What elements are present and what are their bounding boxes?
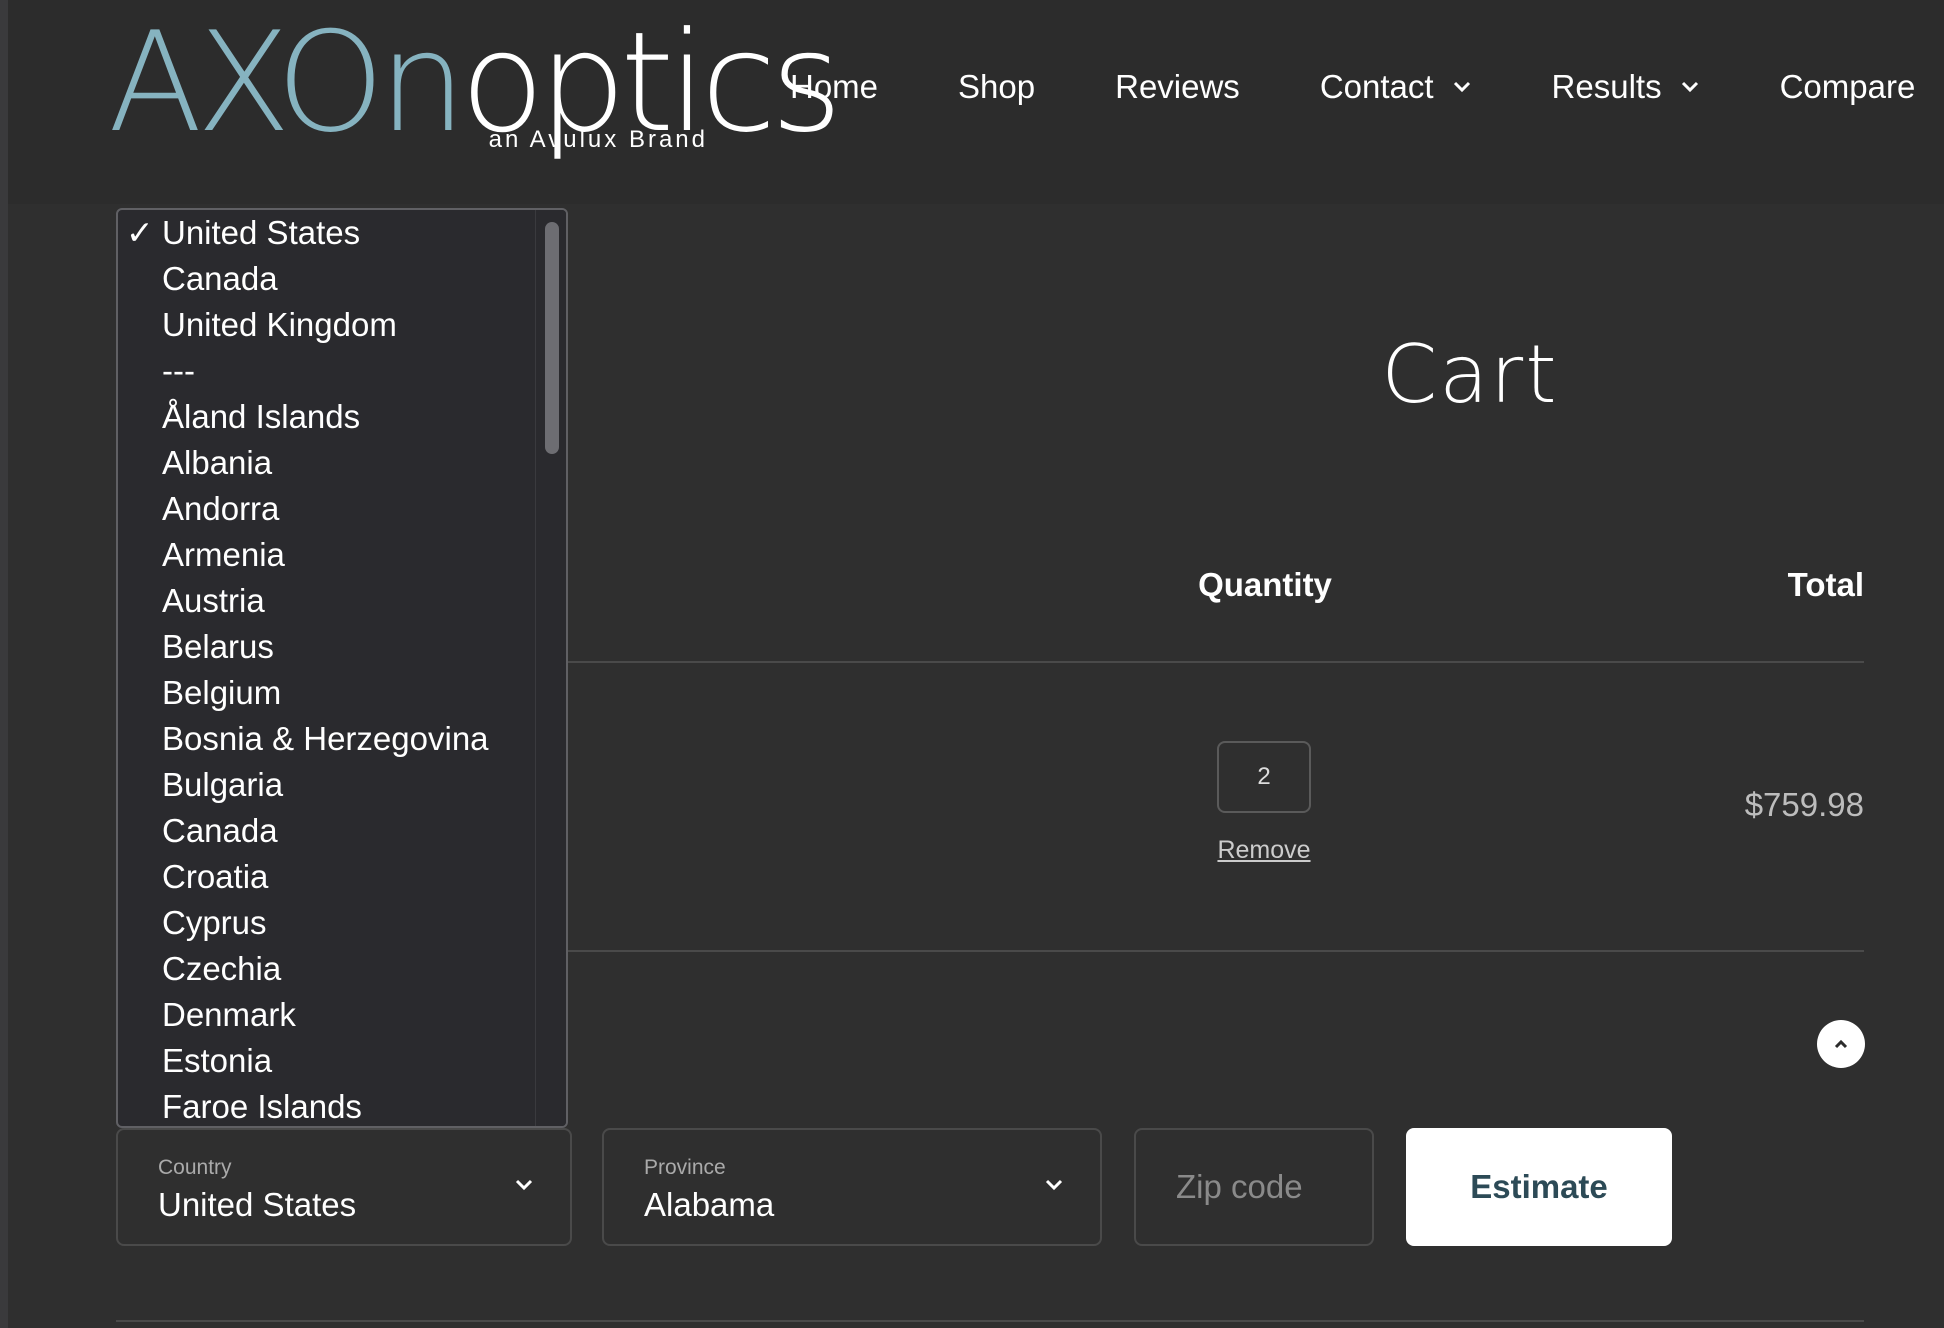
- estimate-button[interactable]: Estimate: [1406, 1128, 1672, 1246]
- zip-code-input[interactable]: Zip code: [1134, 1128, 1374, 1246]
- country-option[interactable]: Åland Islands: [118, 394, 536, 440]
- nav-home[interactable]: Home: [790, 68, 878, 106]
- country-option[interactable]: Bulgaria: [118, 762, 536, 808]
- quantity-column-header: Quantity: [1198, 566, 1332, 603]
- nav-contact[interactable]: Contact: [1320, 68, 1472, 106]
- main-nav: Home Shop Reviews Contact Results Compar…: [790, 62, 1944, 112]
- total-column-header: Total: [1787, 566, 1864, 603]
- country-option[interactable]: ✓ United States: [118, 210, 536, 256]
- chevron-down-icon: [1681, 81, 1698, 93]
- country-option-label: Austria: [162, 582, 265, 619]
- country-option-label: Denmark: [162, 996, 296, 1033]
- country-option-label: Bosnia & Herzegovina: [162, 720, 489, 757]
- country-option[interactable]: Belarus: [118, 624, 536, 670]
- window-edge: [0, 0, 8, 1328]
- nav-results[interactable]: Results: [1552, 68, 1700, 106]
- country-option-label: Belarus: [162, 628, 274, 665]
- country-option-label: Canada: [162, 260, 278, 297]
- country-option-label: Faroe Islands: [162, 1088, 362, 1125]
- country-option[interactable]: Andorra: [118, 486, 536, 532]
- country-option-label: Estonia: [162, 1042, 273, 1079]
- country-value: United States: [158, 1186, 357, 1223]
- country-option-label: Cyprus: [162, 904, 267, 941]
- nav-compare[interactable]: Compare: [1780, 68, 1916, 106]
- country-dropdown-list[interactable]: ✓ United States Canada United Kingdom --- Åla…: [116, 208, 568, 1128]
- province-label: Province: [644, 1156, 726, 1179]
- country-options: ✓ United States Canada United Kingdom --- Åla…: [118, 210, 536, 1126]
- country-option-label: Armenia: [162, 536, 285, 573]
- country-option[interactable]: Albania: [118, 440, 536, 486]
- country-option[interactable]: Denmark: [118, 992, 536, 1038]
- country-label: Country: [158, 1156, 232, 1179]
- checkmark-icon: ✓: [126, 214, 154, 251]
- chevron-down-icon: [515, 1179, 533, 1191]
- nav-shop[interactable]: Shop: [958, 68, 1035, 106]
- line-item-total: $759.98: [1744, 786, 1864, 823]
- dropdown-scrollbar[interactable]: [535, 210, 566, 1126]
- country-option[interactable]: Belgium: [118, 670, 536, 716]
- country-option-label: Belgium: [162, 674, 282, 711]
- country-option-label: ---: [162, 352, 195, 389]
- country-option-label: Åland Islands: [162, 398, 361, 435]
- site-header: AXOnoptics an Avulux Brand Home Shop Rev…: [8, 0, 1944, 204]
- country-option-label: United Kingdom: [162, 306, 397, 343]
- country-option-label: Canada: [162, 812, 278, 849]
- scrollbar-thumb[interactable]: [545, 222, 559, 454]
- country-option-label: Bulgaria: [162, 766, 284, 803]
- country-option-label: United States: [162, 214, 361, 251]
- section-divider: [116, 1320, 1864, 1322]
- country-option[interactable]: Croatia: [118, 854, 536, 900]
- remove-link[interactable]: Remove: [1200, 836, 1328, 865]
- country-option-label: Andorra: [162, 490, 280, 527]
- page-title: Cart: [1381, 328, 1559, 421]
- country-option[interactable]: Estonia: [118, 1038, 536, 1084]
- country-option[interactable]: Armenia: [118, 532, 536, 578]
- province-select[interactable]: Province Alabama: [602, 1128, 1102, 1246]
- country-option-label: Croatia: [162, 858, 269, 895]
- country-option-label: Albania: [162, 444, 273, 481]
- site-logo[interactable]: AXOnoptics an Avulux Brand: [108, 8, 842, 158]
- country-option-label: Czechia: [162, 950, 282, 987]
- nav-reviews[interactable]: Reviews: [1115, 68, 1240, 106]
- quantity-input[interactable]: 2: [1217, 741, 1311, 813]
- country-option[interactable]: Cyprus: [118, 900, 536, 946]
- country-option[interactable]: ---: [118, 348, 536, 394]
- province-value: Alabama: [644, 1186, 775, 1223]
- country-option[interactable]: Faroe Islands: [118, 1084, 536, 1126]
- country-option[interactable]: Czechia: [118, 946, 536, 992]
- country-option[interactable]: Austria: [118, 578, 536, 624]
- country-option[interactable]: Canada: [118, 256, 536, 302]
- zip-placeholder: Zip code: [1176, 1168, 1303, 1205]
- chevron-down-icon: [1453, 81, 1470, 93]
- country-select[interactable]: Country United States: [116, 1128, 572, 1246]
- logo-tagline: an Avulux Brand: [488, 126, 708, 153]
- chevron-down-icon: [1045, 1179, 1063, 1191]
- chevron-up-icon: [1834, 1039, 1848, 1049]
- country-option[interactable]: Canada: [118, 808, 536, 854]
- logo-wordmark: AXOnoptics: [108, 2, 842, 163]
- country-option[interactable]: United Kingdom: [118, 302, 536, 348]
- country-option[interactable]: Bosnia & Herzegovina: [118, 716, 536, 762]
- collapse-button[interactable]: [1817, 1020, 1865, 1068]
